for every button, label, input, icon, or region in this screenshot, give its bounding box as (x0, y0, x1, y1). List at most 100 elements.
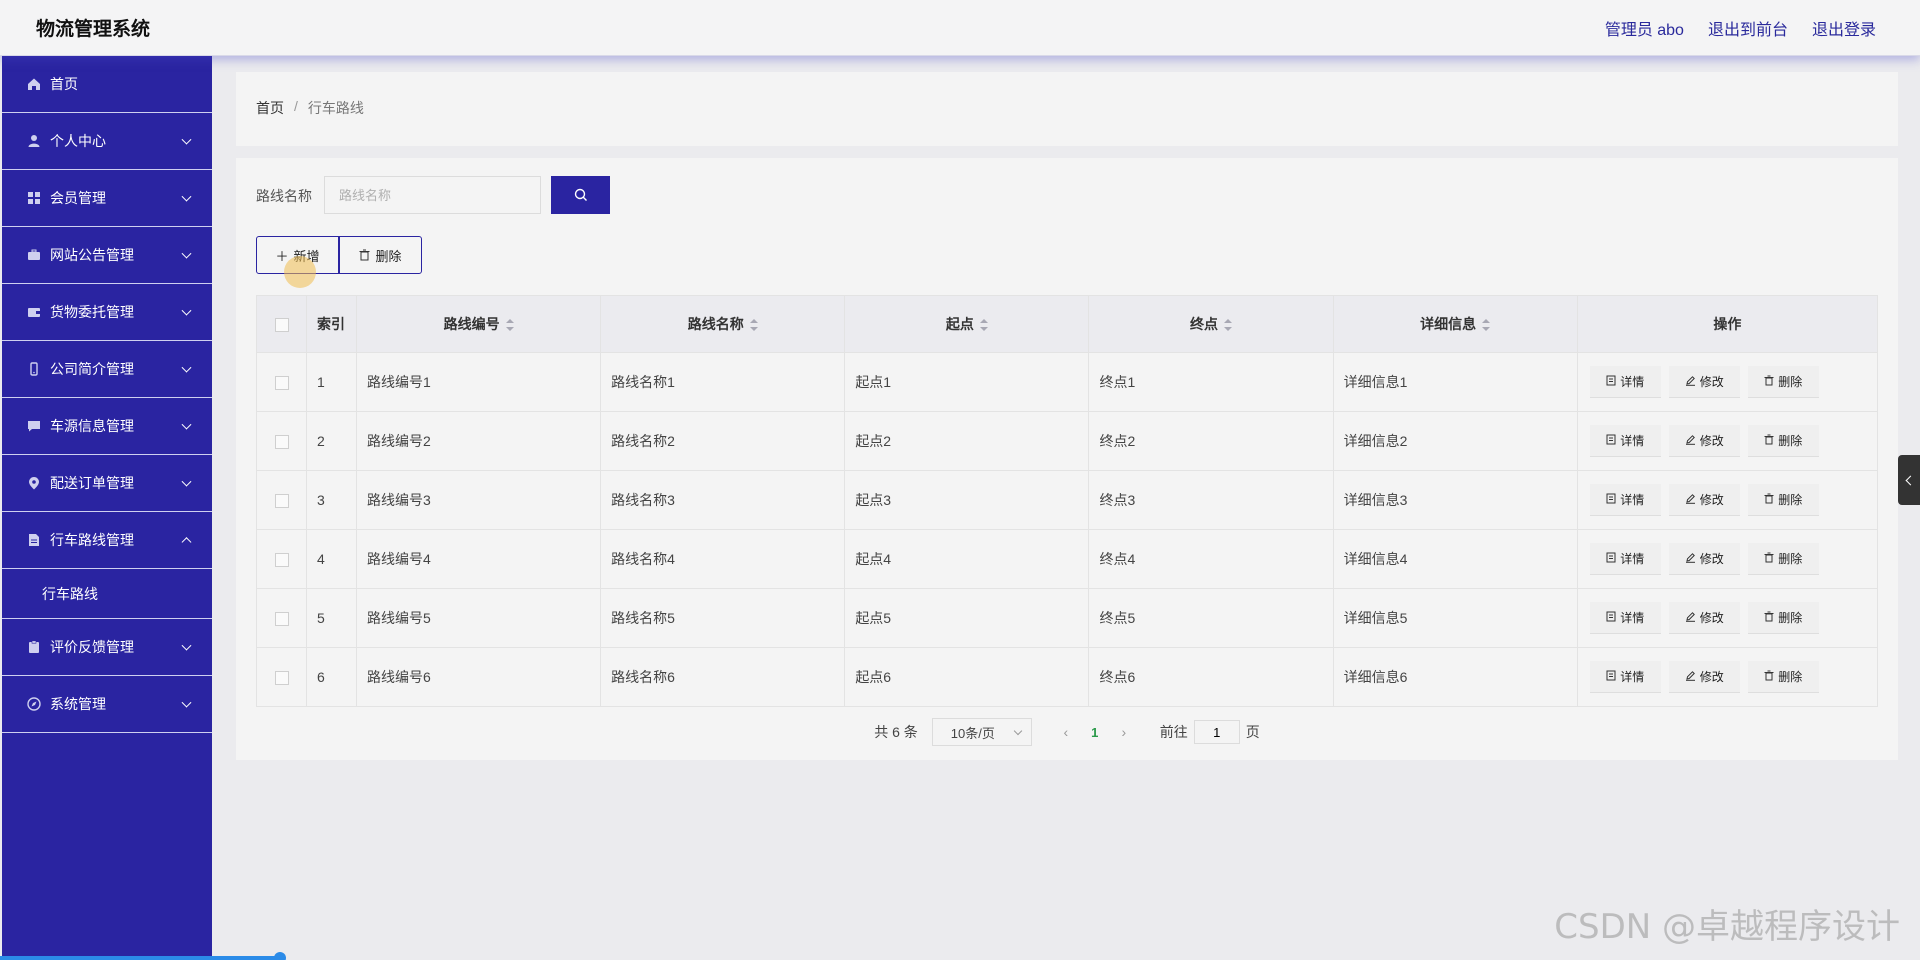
video-progress-handle[interactable] (274, 952, 286, 960)
row-edit-button[interactable]: 修改 (1668, 661, 1740, 693)
header-end[interactable]: 终点 (1088, 295, 1334, 353)
row-checkbox[interactable] (274, 376, 289, 391)
row-detail-button[interactable]: 详情 (1589, 661, 1661, 693)
select-all-cell (255, 295, 308, 353)
sort-icon[interactable] (505, 319, 514, 332)
sidebar-item[interactable]: 配送订单管理 (2, 455, 212, 512)
sidebar-item[interactable]: 货物委托管理 (2, 284, 212, 341)
row-edit-button[interactable]: 修改 (1668, 366, 1740, 398)
user-icon (26, 133, 42, 149)
row-checkbox[interactable] (274, 612, 289, 627)
row-checkbox[interactable] (274, 435, 289, 450)
row-delete-button[interactable]: 删除 (1747, 543, 1819, 575)
message-icon (26, 418, 42, 434)
chevron-down-icon (181, 697, 192, 708)
sidebar-item[interactable]: 行车路线管理 (2, 512, 212, 569)
cell-index: 4 (306, 529, 358, 589)
add-button[interactable]: ＋ 新增 (256, 236, 339, 274)
header-detail[interactable]: 详细信息 (1332, 295, 1578, 353)
sidebar-item[interactable]: 系统管理 (2, 676, 212, 733)
sidebar-subitem-route[interactable]: 行车路线 (2, 569, 212, 619)
location-icon (26, 475, 42, 491)
collapse-panel-tab[interactable] (1898, 455, 1920, 505)
row-edit-label: 修改 (1699, 375, 1724, 389)
sort-icon[interactable] (1224, 319, 1233, 332)
cell-start: 起点6 (844, 647, 1090, 707)
batch-delete-button[interactable]: 删除 (339, 236, 422, 274)
header-route-name[interactable]: 路线名称 (600, 295, 846, 353)
row-checkbox[interactable] (274, 671, 289, 686)
row-delete-label: 删除 (1778, 493, 1803, 507)
trash-icon (1764, 434, 1774, 448)
admin-user-label[interactable]: 管理员 abo (1605, 16, 1684, 40)
top-header: 物流管理系统 管理员 abo 退出到前台 退出登录 (0, 0, 1920, 56)
row-delete-button[interactable]: 删除 (1747, 661, 1819, 693)
header-start[interactable]: 起点 (844, 295, 1090, 353)
cell-start: 起点1 (844, 352, 1090, 412)
sidebar-item[interactable]: 会员管理 (2, 170, 212, 227)
trash-icon (359, 249, 370, 261)
row-edit-button[interactable]: 修改 (1668, 425, 1740, 457)
row-select-cell (255, 588, 308, 648)
sidebar-item[interactable]: 车源信息管理 (2, 398, 212, 455)
sidebar-item[interactable]: 评价反馈管理 (2, 619, 212, 676)
row-checkbox[interactable] (274, 494, 289, 509)
breadcrumb-home[interactable]: 首页 (256, 98, 284, 118)
route-name-search-input[interactable] (324, 176, 541, 214)
cell-end: 终点5 (1088, 588, 1334, 648)
cell-index: 6 (306, 647, 358, 707)
row-detail-button[interactable]: 详情 (1589, 425, 1661, 457)
video-progress-bar[interactable] (0, 956, 280, 960)
row-delete-button[interactable]: 删除 (1747, 425, 1819, 457)
goto-page-input[interactable] (1193, 720, 1240, 744)
chevron-down-icon (181, 640, 192, 651)
sort-icon[interactable] (1482, 319, 1491, 332)
row-checkbox[interactable] (274, 553, 289, 568)
sidebar-item-label: 评价反馈管理 (50, 639, 134, 655)
cell-ops: 详情 修改 删除 (1576, 470, 1879, 530)
exit-to-front-link[interactable]: 退出到前台 (1708, 16, 1788, 40)
home-icon (26, 76, 42, 92)
wallet-icon (26, 304, 42, 320)
cell-route-name: 路线名称6 (600, 647, 846, 707)
row-delete-button[interactable]: 删除 (1747, 602, 1819, 634)
detail-icon (1606, 670, 1616, 684)
sidebar-item-label: 行车路线管理 (50, 532, 134, 548)
sidebar-item[interactable]: 公司简介管理 (2, 341, 212, 398)
row-delete-button[interactable]: 删除 (1747, 366, 1819, 398)
page-size-select[interactable]: 10条/页 (931, 718, 1032, 746)
row-edit-button[interactable]: 修改 (1668, 484, 1740, 516)
cell-route-no: 路线编号3 (356, 470, 602, 530)
sidebar-item[interactable]: 首页 (2, 56, 212, 113)
chevron-up-icon (181, 537, 192, 548)
row-detail-button[interactable]: 详情 (1589, 543, 1661, 575)
row-detail-button[interactable]: 详情 (1589, 484, 1661, 516)
table-row: 3 路线编号3 路线名称3 起点3 终点3 详细信息3 详情 修改 删除 (255, 470, 1879, 530)
next-page-icon[interactable]: › (1110, 724, 1138, 740)
row-delete-label: 删除 (1778, 611, 1803, 625)
sidebar-item[interactable]: 个人中心 (2, 113, 212, 170)
row-detail-button[interactable]: 详情 (1589, 366, 1661, 398)
row-detail-button[interactable]: 详情 (1589, 602, 1661, 634)
page-number-current[interactable]: 1 (1080, 725, 1110, 740)
logout-link[interactable]: 退出登录 (1812, 16, 1876, 40)
sort-icon[interactable] (979, 319, 988, 332)
row-delete-button[interactable]: 删除 (1747, 484, 1819, 516)
search-button[interactable] (551, 176, 610, 214)
delete-button-label: 删除 (375, 248, 402, 264)
sidebar-item-label: 货物委托管理 (50, 304, 134, 320)
edit-icon (1685, 552, 1696, 566)
prev-page-icon[interactable]: ‹ (1052, 724, 1080, 740)
edit-icon (1685, 434, 1696, 448)
sort-icon[interactable] (749, 319, 758, 332)
add-button-label: 新增 (293, 248, 320, 264)
header-end-label: 终点 (1190, 316, 1219, 332)
row-edit-button[interactable]: 修改 (1668, 543, 1740, 575)
row-edit-button[interactable]: 修改 (1668, 602, 1740, 634)
header-route-no[interactable]: 路线编号 (356, 295, 602, 353)
cell-detail: 详细信息2 (1332, 411, 1578, 471)
select-all-checkbox[interactable] (274, 318, 289, 333)
sidebar-item[interactable]: 网站公告管理 (2, 227, 212, 284)
trash-icon (1764, 611, 1774, 625)
breadcrumb-current: 行车路线 (307, 100, 364, 116)
